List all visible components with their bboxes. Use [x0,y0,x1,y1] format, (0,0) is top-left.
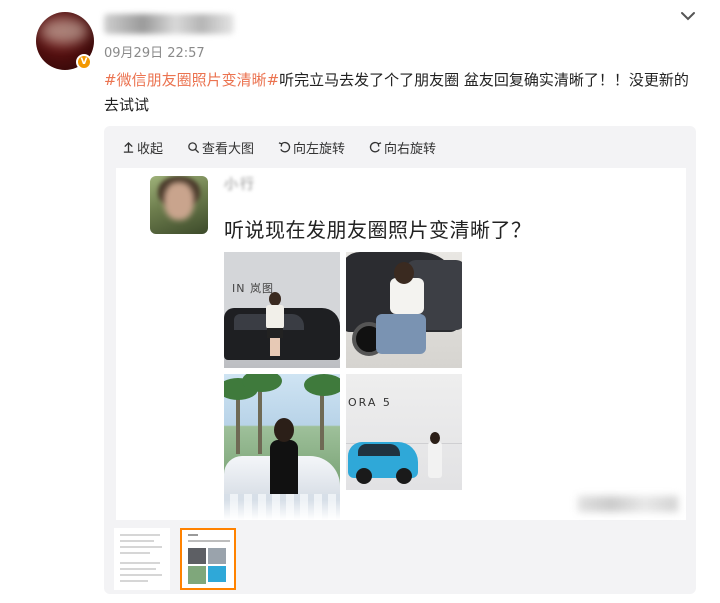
photo-3 [224,374,340,520]
rotate-right-icon [369,141,382,153]
hashtag-link[interactable]: #微信朋友圈照片变清晰# [104,71,279,89]
photo-brand-label: ORA 5 [348,396,392,409]
media-toolbar: 收起 查看大图 向左旋转 向右旋转 [122,138,436,157]
view-large-label: 查看大图 [202,142,255,157]
arrow-up-icon [123,141,134,153]
search-icon [188,142,200,154]
embedded-avatar [150,176,208,234]
view-large-button[interactable]: 查看大图 [187,138,254,157]
rotate-right-label: 向右旋转 [384,142,437,157]
thumbnail-strip [114,528,236,590]
rotate-right-button[interactable]: 向右旋转 [369,138,436,157]
watermark-blur [578,496,678,512]
post-timestamp[interactable]: 09月29日 22:57 [104,42,205,61]
rotate-left-label: 向左旋转 [293,142,346,157]
thumbnail-1[interactable] [114,528,170,590]
rotate-left-button[interactable]: 向左旋转 [278,138,345,157]
photo-2 [346,252,462,368]
verified-badge: V [76,54,92,70]
post-body-line2: 去试试 [104,96,150,114]
thumbnail-2[interactable] [180,528,236,590]
collapse-label: 收起 [137,142,164,157]
rotate-left-icon [278,141,291,153]
large-image[interactable]: 小行 听说现在发朋友圈照片变清晰了？ IN 岚图 ORA 5 [116,168,686,520]
embedded-username: 小行 [224,177,256,193]
media-card: 收起 查看大图 向左旋转 向右旋转 小行 听说现在发朋友圈照片变清晰了？ IN … [104,126,696,594]
chevron-down-icon[interactable] [678,6,698,26]
post-body-line1: 听完立马去发了个了朋友圈 盆友回复确实清晰了！！没更新的 [279,71,689,89]
photo-1: IN 岚图 [224,252,340,368]
username[interactable] [100,8,240,38]
embedded-post-title: 听说现在发朋友圈照片变清晰了？ [224,218,532,242]
collapse-button[interactable]: 收起 [122,138,163,157]
photo-4: ORA 5 [346,374,462,490]
post-text: #微信朋友圈照片变清晰#听完立马去发了个了朋友圈 盆友回复确实清晰了！！没更新的… [104,68,704,118]
